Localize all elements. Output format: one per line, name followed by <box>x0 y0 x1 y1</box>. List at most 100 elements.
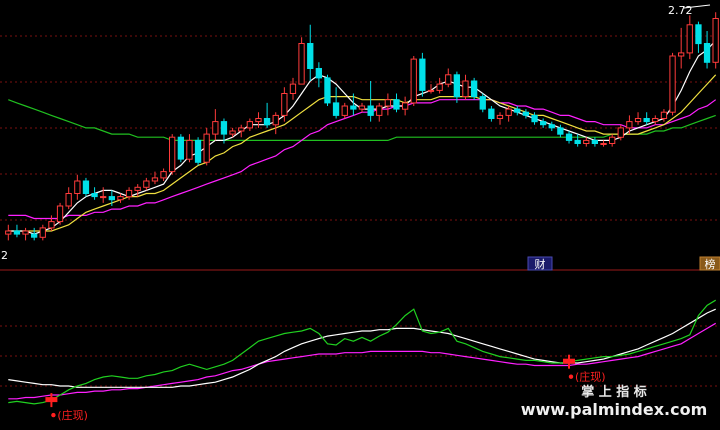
candle-1 <box>13 224 21 238</box>
candle-66 <box>574 134 581 147</box>
candle-20 <box>177 134 184 163</box>
low-price-label: 2 <box>1 249 8 262</box>
candle-59 <box>514 106 521 116</box>
candle-body-71 <box>617 127 624 138</box>
candle-body-64 <box>557 127 564 135</box>
candle-body-67 <box>583 139 590 144</box>
candle-63 <box>548 121 555 131</box>
svg-text:榜: 榜 <box>705 257 716 271</box>
candle-body-35 <box>307 43 314 69</box>
candle-72 <box>626 115 633 135</box>
candle-body-55 <box>479 96 486 110</box>
candle-body-69 <box>600 143 607 145</box>
bang-badge[interactable]: 榜 <box>699 256 720 271</box>
candle-29 <box>255 112 262 128</box>
candle-body-70 <box>609 136 616 144</box>
candle-body-45 <box>393 99 400 110</box>
candle-28 <box>246 118 253 131</box>
candle-37 <box>324 74 331 106</box>
candle-body-53 <box>462 80 469 98</box>
candle-68 <box>591 137 599 147</box>
candle-36 <box>315 62 323 88</box>
candle-body-21 <box>186 139 193 160</box>
candle-body-37 <box>324 77 331 104</box>
candle-75 <box>652 115 659 125</box>
candle-body-68 <box>591 139 599 144</box>
candle-body-15 <box>134 186 141 191</box>
candle-body-17 <box>151 177 159 182</box>
candle-body-81 <box>703 43 711 63</box>
ma-slow-line <box>8 99 717 220</box>
candle-38 <box>332 87 340 119</box>
candle-body-59 <box>514 108 521 113</box>
candle-body-75 <box>652 118 659 123</box>
candle-body-11 <box>100 196 107 199</box>
candle-body-43 <box>376 105 383 116</box>
candle-body-82 <box>712 18 719 63</box>
candle-48 <box>419 52 426 97</box>
candle-34 <box>298 37 305 85</box>
watermark: 掌 上 指 标 www.palmindex.com <box>521 384 708 419</box>
candle-7 <box>65 187 72 210</box>
candle-73 <box>634 112 642 125</box>
candle-body-60 <box>522 111 530 116</box>
candle-body-23 <box>203 133 210 163</box>
candle-0 <box>5 224 12 241</box>
high-price-label: 2.72 <box>668 4 693 17</box>
candle-10 <box>91 187 98 200</box>
candle-body-61 <box>531 114 538 123</box>
cai-badge[interactable]: 财 <box>527 256 553 271</box>
candle-46 <box>402 96 409 116</box>
candle-body-32 <box>281 93 288 116</box>
candle-41 <box>358 102 366 113</box>
signal-label-1: (庄现) <box>575 370 606 384</box>
candle-body-4 <box>39 227 46 238</box>
candle-77 <box>669 52 676 116</box>
candle-body-22 <box>194 139 202 163</box>
candle-body-8 <box>74 180 81 194</box>
candle-body-26 <box>229 130 236 135</box>
candle-body-79 <box>686 24 693 54</box>
candle-16 <box>143 177 150 191</box>
candle-65 <box>565 131 573 144</box>
candle-35 <box>307 24 314 81</box>
candle-body-27 <box>238 127 245 132</box>
candle-42 <box>367 81 374 122</box>
candle-body-0 <box>5 230 12 235</box>
candle-21 <box>186 134 193 163</box>
candle-18 <box>160 168 167 181</box>
candle-57 <box>496 112 504 125</box>
candle-6 <box>56 202 64 225</box>
candle-body-57 <box>496 114 504 120</box>
candle-body-31 <box>272 114 279 126</box>
candle-body-49 <box>427 89 435 92</box>
candle-9 <box>82 177 90 197</box>
candle-body-25 <box>220 121 228 135</box>
candle-body-3 <box>31 233 38 238</box>
candle-60 <box>522 109 530 119</box>
candle-78 <box>678 27 685 69</box>
candle-62 <box>540 118 547 128</box>
candle-body-47 <box>410 58 417 104</box>
candle-81 <box>703 31 711 69</box>
candle-body-66 <box>574 139 581 144</box>
candle-body-20 <box>177 136 184 160</box>
signal-label-0: (庄现) <box>57 408 88 422</box>
candle-19 <box>169 134 176 175</box>
candle-13 <box>117 193 124 203</box>
candle-body-42 <box>367 105 374 116</box>
candle-body-44 <box>384 99 392 107</box>
candle-body-46 <box>402 102 409 110</box>
svg-text:掌 上 指 标: 掌 上 指 标 <box>581 384 647 400</box>
ma-mid-line <box>8 74 717 232</box>
candle-body-29 <box>255 118 262 123</box>
candle-body-51 <box>445 74 452 85</box>
svg-text:www.palmindex.com: www.palmindex.com <box>521 400 708 419</box>
candle-body-5 <box>48 221 55 229</box>
candle-44 <box>384 93 392 116</box>
candle-body-38 <box>332 102 340 116</box>
candle-body-52 <box>453 74 461 98</box>
candle-body-14 <box>125 189 133 198</box>
candle-body-65 <box>565 133 573 141</box>
candle-body-73 <box>634 118 642 123</box>
